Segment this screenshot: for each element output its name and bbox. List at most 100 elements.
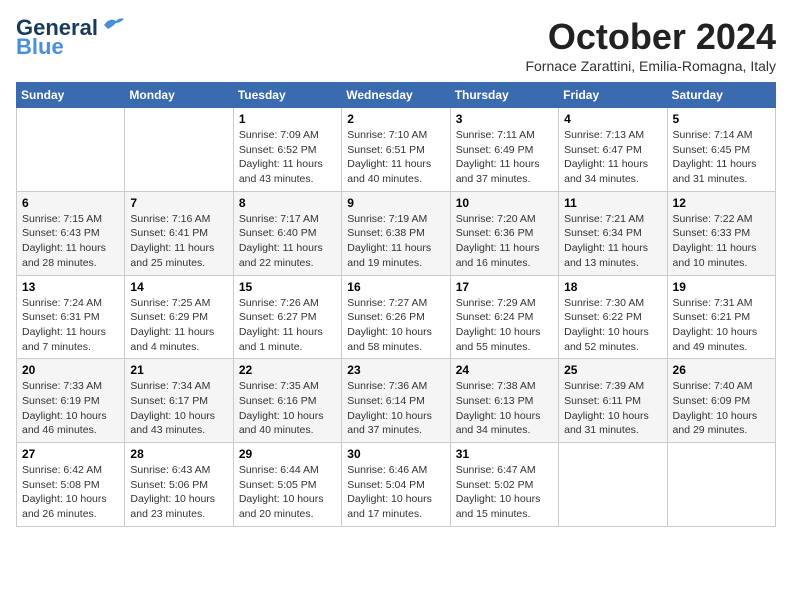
day-number: 29 [239, 447, 336, 461]
calendar-cell: 24 Sunrise: 7:38 AMSunset: 6:13 PMDayligh… [450, 359, 558, 443]
day-info: Sunrise: 6:46 AMSunset: 5:04 PMDaylight:… [347, 463, 444, 522]
calendar-week-row: 13 Sunrise: 7:24 AMSunset: 6:31 PMDayligh… [17, 275, 776, 359]
calendar-cell: 2Sunrise: 7:10 AMSunset: 6:51 PMDaylight… [342, 108, 450, 192]
weekday-header: Saturday [667, 83, 775, 108]
day-info: Sunrise: 7:29 AMSunset: 6:24 PMDaylight:… [456, 296, 553, 355]
weekday-header: Tuesday [233, 83, 341, 108]
day-number: 28 [130, 447, 227, 461]
day-number: 11 [564, 196, 661, 210]
location-subtitle: Fornace Zarattini, Emilia-Romagna, Italy [525, 58, 776, 74]
calendar-cell: 3 Sunrise: 7:11 AMSunset: 6:49 PMDaylight… [450, 108, 558, 192]
day-number: 19 [673, 280, 770, 294]
calendar-cell: 11 Sunrise: 7:21 AMSunset: 6:34 PMDayligh… [559, 191, 667, 275]
day-number: 1 [239, 112, 336, 126]
calendar-cell: 14 Sunrise: 7:25 AMSunset: 6:29 PMDayligh… [125, 275, 233, 359]
calendar-cell: 6Sunrise: 7:15 AMSunset: 6:43 PMDaylight… [17, 191, 125, 275]
calendar-cell: 13 Sunrise: 7:24 AMSunset: 6:31 PMDayligh… [17, 275, 125, 359]
day-info: Sunrise: 7:39 AMSunset: 6:11 PMDaylight:… [564, 379, 661, 438]
day-number: 10 [456, 196, 553, 210]
day-info: Sunrise: 7:30 AMSunset: 6:22 PMDaylight:… [564, 296, 661, 355]
calendar-cell: 18Sunrise: 7:30 AMSunset: 6:22 PMDayligh… [559, 275, 667, 359]
calendar-cell [667, 443, 775, 527]
day-info: Sunrise: 7:19 AMSunset: 6:38 PMDaylight:… [347, 212, 444, 271]
day-number: 14 [130, 280, 227, 294]
day-number: 5 [673, 112, 770, 126]
calendar-cell: 8 Sunrise: 7:17 AMSunset: 6:40 PMDaylight… [233, 191, 341, 275]
calendar-cell: 30Sunrise: 6:46 AMSunset: 5:04 PMDayligh… [342, 443, 450, 527]
day-number: 7 [130, 196, 227, 210]
weekday-header: Monday [125, 83, 233, 108]
weekday-header: Sunday [17, 83, 125, 108]
day-number: 17 [456, 280, 553, 294]
calendar-table: SundayMondayTuesdayWednesdayThursdayFrid… [16, 82, 776, 527]
day-info: Sunrise: 7:20 AMSunset: 6:36 PMDaylight:… [456, 212, 553, 271]
calendar-cell: 4Sunrise: 7:13 AMSunset: 6:47 PMDaylight… [559, 108, 667, 192]
title-block: October 2024 Fornace Zarattini, Emilia-R… [525, 16, 776, 74]
day-info: Sunrise: 7:26 AMSunset: 6:27 PMDaylight:… [239, 296, 336, 355]
day-number: 9 [347, 196, 444, 210]
day-info: Sunrise: 7:17 AMSunset: 6:40 PMDaylight:… [239, 212, 336, 271]
month-title: October 2024 [525, 16, 776, 58]
day-number: 16 [347, 280, 444, 294]
calendar-cell: 12Sunrise: 7:22 AMSunset: 6:33 PMDayligh… [667, 191, 775, 275]
day-info: Sunrise: 6:47 AMSunset: 5:02 PMDaylight:… [456, 463, 553, 522]
calendar-cell: 17 Sunrise: 7:29 AMSunset: 6:24 PMDayligh… [450, 275, 558, 359]
day-info: Sunrise: 7:11 AMSunset: 6:49 PMDaylight:… [456, 128, 553, 187]
calendar-week-row: 1 Sunrise: 7:09 AMSunset: 6:52 PMDaylight… [17, 108, 776, 192]
calendar-cell: 9 Sunrise: 7:19 AMSunset: 6:38 PMDaylight… [342, 191, 450, 275]
calendar-cell: 22Sunrise: 7:35 AMSunset: 6:16 PMDayligh… [233, 359, 341, 443]
calendar-week-row: 27 Sunrise: 6:42 AMSunset: 5:08 PMDayligh… [17, 443, 776, 527]
day-info: Sunrise: 7:27 AMSunset: 6:26 PMDaylight:… [347, 296, 444, 355]
day-number: 3 [456, 112, 553, 126]
calendar-cell: 15 Sunrise: 7:26 AMSunset: 6:27 PMDayligh… [233, 275, 341, 359]
day-info: Sunrise: 7:24 AMSunset: 6:31 PMDaylight:… [22, 296, 119, 355]
calendar-cell [125, 108, 233, 192]
day-info: Sunrise: 7:22 AMSunset: 6:33 PMDaylight:… [673, 212, 770, 271]
logo-blue: Blue [16, 34, 64, 60]
day-number: 13 [22, 280, 119, 294]
day-number: 24 [456, 363, 553, 377]
calendar-cell: 23 Sunrise: 7:36 AMSunset: 6:14 PMDayligh… [342, 359, 450, 443]
calendar-cell: 5 Sunrise: 7:14 AMSunset: 6:45 PMDaylight… [667, 108, 775, 192]
day-number: 8 [239, 196, 336, 210]
weekday-header: Friday [559, 83, 667, 108]
calendar-cell: 31 Sunrise: 6:47 AMSunset: 5:02 PMDayligh… [450, 443, 558, 527]
day-info: Sunrise: 7:36 AMSunset: 6:14 PMDaylight:… [347, 379, 444, 438]
day-info: Sunrise: 7:33 AMSunset: 6:19 PMDaylight:… [22, 379, 119, 438]
day-number: 4 [564, 112, 661, 126]
day-info: Sunrise: 7:38 AMSunset: 6:13 PMDaylight:… [456, 379, 553, 438]
calendar-cell: 16 Sunrise: 7:27 AMSunset: 6:26 PMDayligh… [342, 275, 450, 359]
day-info: Sunrise: 7:14 AMSunset: 6:45 PMDaylight:… [673, 128, 770, 187]
day-number: 31 [456, 447, 553, 461]
day-info: Sunrise: 7:21 AMSunset: 6:34 PMDaylight:… [564, 212, 661, 271]
calendar-cell: 27 Sunrise: 6:42 AMSunset: 5:08 PMDayligh… [17, 443, 125, 527]
day-number: 27 [22, 447, 119, 461]
calendar-week-row: 6Sunrise: 7:15 AMSunset: 6:43 PMDaylight… [17, 191, 776, 275]
calendar-cell: 21 Sunrise: 7:34 AMSunset: 6:17 PMDayligh… [125, 359, 233, 443]
calendar-cell: 26 Sunrise: 7:40 AMSunset: 6:09 PMDayligh… [667, 359, 775, 443]
day-info: Sunrise: 6:43 AMSunset: 5:06 PMDaylight:… [130, 463, 227, 522]
calendar-cell: 29 Sunrise: 6:44 AMSunset: 5:05 PMDayligh… [233, 443, 341, 527]
day-number: 21 [130, 363, 227, 377]
day-info: Sunrise: 7:34 AMSunset: 6:17 PMDaylight:… [130, 379, 227, 438]
day-number: 25 [564, 363, 661, 377]
day-info: Sunrise: 7:31 AMSunset: 6:21 PMDaylight:… [673, 296, 770, 355]
calendar-cell: 1 Sunrise: 7:09 AMSunset: 6:52 PMDaylight… [233, 108, 341, 192]
day-number: 26 [673, 363, 770, 377]
weekday-header: Wednesday [342, 83, 450, 108]
weekday-header-row: SundayMondayTuesdayWednesdayThursdayFrid… [17, 83, 776, 108]
day-number: 23 [347, 363, 444, 377]
day-info: Sunrise: 7:25 AMSunset: 6:29 PMDaylight:… [130, 296, 227, 355]
day-info: Sunrise: 6:44 AMSunset: 5:05 PMDaylight:… [239, 463, 336, 522]
logo-bird-icon [102, 15, 124, 33]
calendar-cell [17, 108, 125, 192]
day-number: 22 [239, 363, 336, 377]
day-number: 20 [22, 363, 119, 377]
day-info: Sunrise: 7:40 AMSunset: 6:09 PMDaylight:… [673, 379, 770, 438]
calendar-cell: 20 Sunrise: 7:33 AMSunset: 6:19 PMDayligh… [17, 359, 125, 443]
day-number: 6 [22, 196, 119, 210]
day-info: Sunrise: 6:42 AMSunset: 5:08 PMDaylight:… [22, 463, 119, 522]
day-info: Sunrise: 7:16 AMSunset: 6:41 PMDaylight:… [130, 212, 227, 271]
day-number: 15 [239, 280, 336, 294]
day-info: Sunrise: 7:09 AMSunset: 6:52 PMDaylight:… [239, 128, 336, 187]
